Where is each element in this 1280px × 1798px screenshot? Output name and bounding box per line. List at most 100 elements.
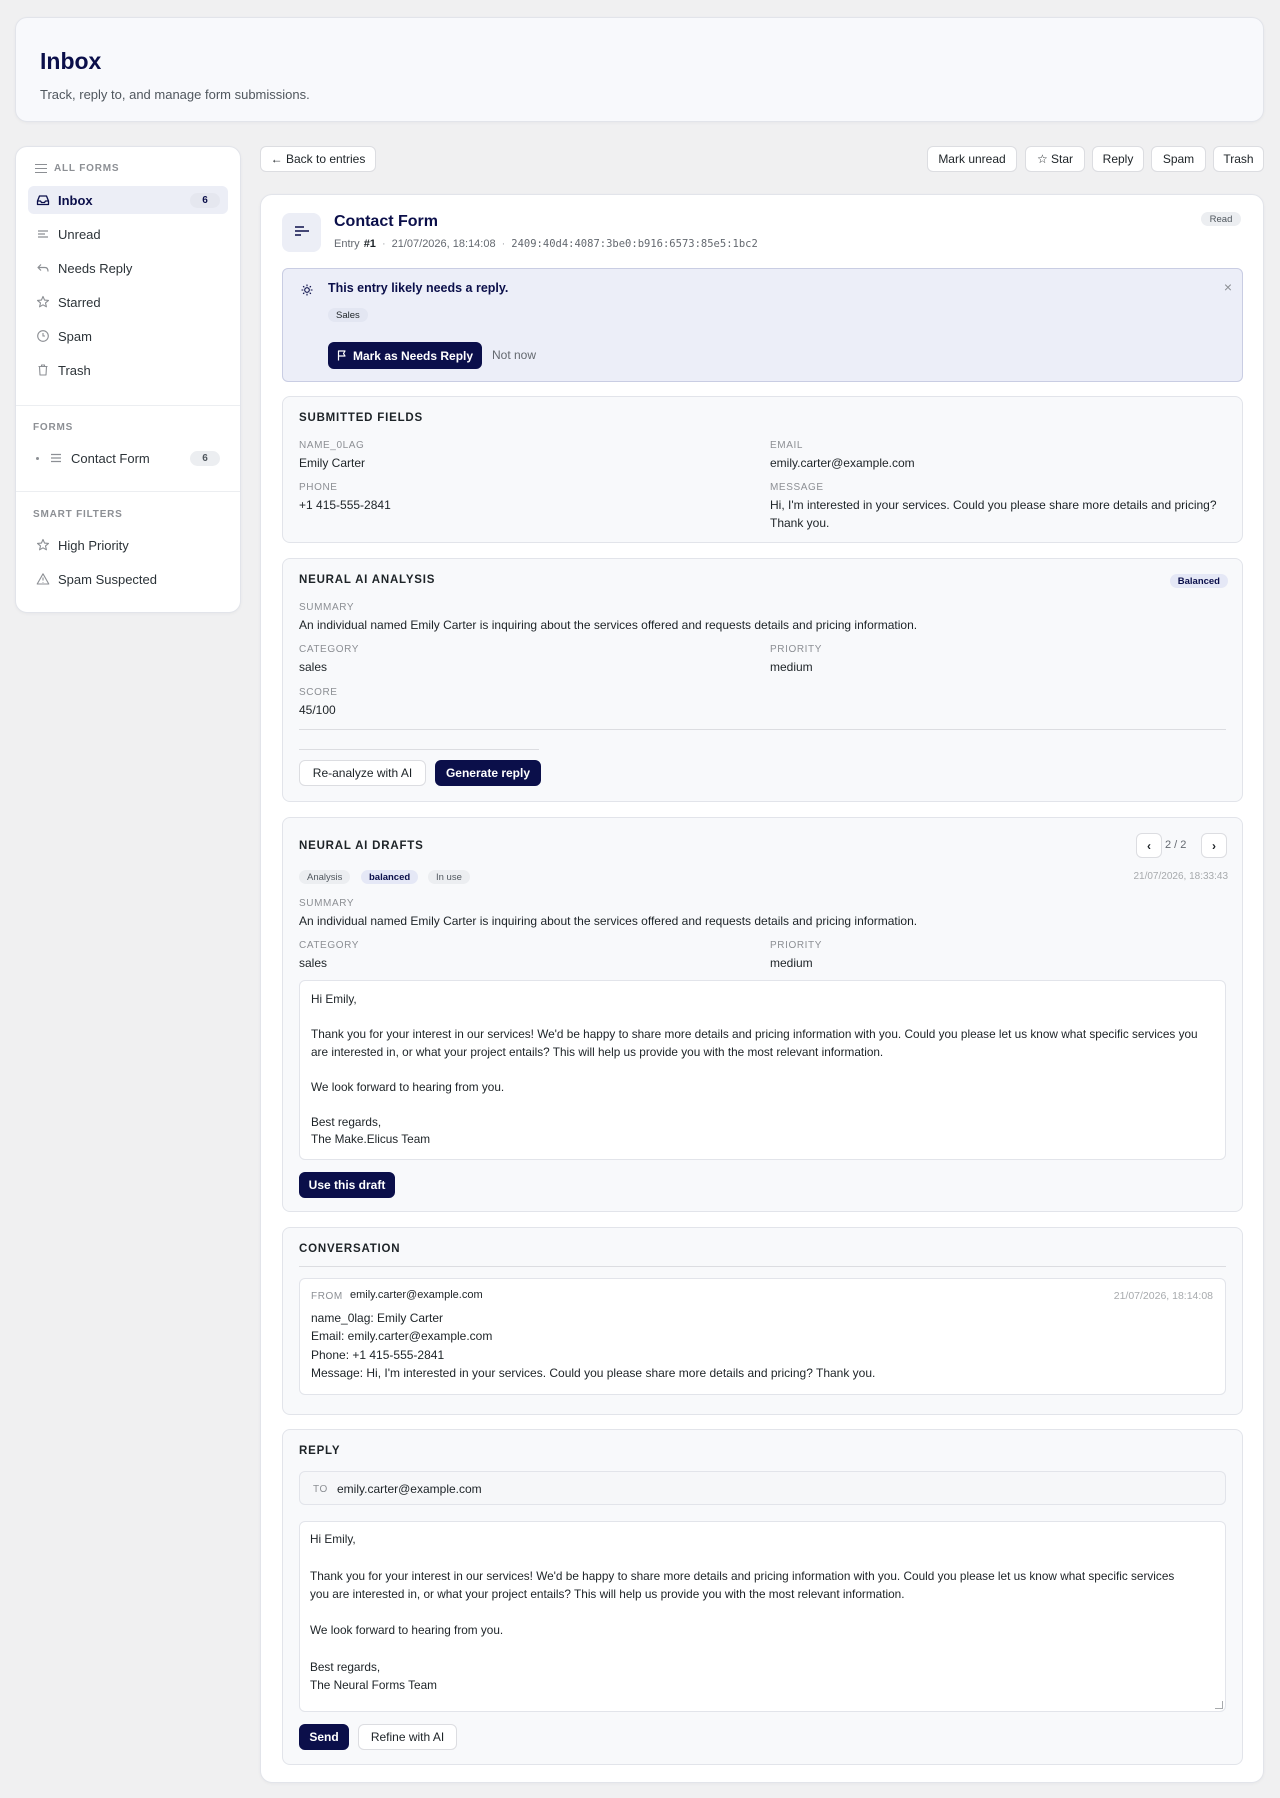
reply-body: Hi Emily, Thank you for your interest in… xyxy=(310,1532,1175,1693)
summary-value: An individual named Emily Carter is inqu… xyxy=(299,914,918,928)
close-icon[interactable]: × xyxy=(1224,279,1232,295)
flag-icon xyxy=(337,350,347,361)
meta-separator: · xyxy=(501,238,506,250)
submitted-fields-panel: SUBMITTED FIELDS NAME_0LAG Emily Carter … xyxy=(282,396,1243,543)
panel-title: NEURAL AI ANALYSIS xyxy=(299,574,436,586)
conversation-panel: CONVERSATION FROM emily.carter@example.c… xyxy=(282,1227,1243,1415)
draft-chip-mode: balanced xyxy=(361,870,419,884)
draft-body: Hi Emily, Thank you for your interest in… xyxy=(311,992,1198,1146)
refine-with-ai-button[interactable]: Refine with AI xyxy=(358,1724,457,1750)
sidebar-item-spam-suspected[interactable]: Spam Suspected xyxy=(28,565,228,593)
divider xyxy=(299,1266,1226,1267)
sidebar-item-contact-form[interactable]: Contact Form 6 xyxy=(28,444,228,472)
score-label: SCORE xyxy=(299,687,338,698)
priority-value: medium xyxy=(770,660,813,674)
name-label: NAME_0LAG xyxy=(299,440,365,451)
star-button[interactable]: ☆ Star xyxy=(1025,146,1085,172)
reply-button[interactable]: Reply xyxy=(1092,146,1144,172)
priority-label: PRIORITY xyxy=(770,644,823,655)
resize-handle[interactable] xyxy=(1215,1701,1223,1709)
priority-label: PRIORITY xyxy=(770,940,823,951)
meta-separator: · xyxy=(381,238,386,250)
spam-button[interactable]: Spam xyxy=(1151,146,1206,172)
to-label: TO xyxy=(313,1484,328,1495)
message-label: MESSAGE xyxy=(770,482,824,493)
message-body: name_0lag: Emily Carter Email: emily.car… xyxy=(311,1311,876,1380)
summary-label: SUMMARY xyxy=(299,898,355,909)
priority-value: medium xyxy=(770,956,813,970)
entry-detail-card: Contact Form Entry #1 · 21/07/2026, 18:1… xyxy=(260,194,1264,1783)
to-address: emily.carter@example.com xyxy=(337,1482,482,1496)
next-draft-button[interactable]: › xyxy=(1201,833,1227,858)
divider xyxy=(299,749,539,750)
sidebar-divider xyxy=(16,491,240,492)
reanalyze-button[interactable]: Re-analyze with AI xyxy=(299,760,426,786)
page-header: Inbox Track, reply to, and manage form s… xyxy=(15,17,1264,122)
menu-icon xyxy=(35,163,47,174)
mark-unread-button[interactable]: Mark unread xyxy=(927,146,1017,172)
sidebar-item-label: Inbox xyxy=(58,192,93,208)
sidebar-divider xyxy=(16,405,240,406)
sidebar-item-starred[interactable]: Starred xyxy=(28,288,228,316)
sidebar-item-unread[interactable]: Unread xyxy=(28,220,228,248)
reply-icon xyxy=(36,261,50,275)
sidebar-item-trash[interactable]: Trash xyxy=(28,356,228,384)
sidebar-item-inbox[interactable]: Inbox 6 xyxy=(28,186,228,214)
draft-pager: 2 / 2 xyxy=(1165,839,1187,851)
not-now-button[interactable]: Not now xyxy=(492,348,536,362)
sidebar-item-label: Trash xyxy=(58,362,91,378)
analysis-mode-badge: Balanced xyxy=(1169,574,1228,588)
entry-datetime: 21/07/2026, 18:14:08 xyxy=(391,238,496,250)
draft-chip-analysis: Analysis xyxy=(299,870,351,884)
email-label: EMAIL xyxy=(770,440,804,451)
mark-needs-reply-button[interactable]: Mark as Needs Reply xyxy=(328,342,482,369)
email-value: emily.carter@example.com xyxy=(770,456,915,470)
panel-title: REPLY xyxy=(299,1445,341,1457)
entry-prefix: Entry xyxy=(334,238,360,250)
phone-label: PHONE xyxy=(299,482,338,493)
inbox-count-badge: 6 xyxy=(190,193,220,208)
form-avatar xyxy=(282,213,321,252)
category-value: sales xyxy=(299,956,328,970)
sidebar-item-label: High Priority xyxy=(58,537,129,553)
sidebar-item-needs-reply[interactable]: Needs Reply xyxy=(28,254,228,282)
reply-textarea[interactable]: Hi Emily, Thank you for your interest in… xyxy=(299,1521,1226,1712)
prev-draft-button[interactable]: ‹ xyxy=(1136,833,1162,858)
sidebar-item-label: Needs Reply xyxy=(58,260,133,276)
divider xyxy=(299,729,1226,730)
smart-filters-heading: SMART FILTERS xyxy=(33,509,123,520)
sidebar-item-label: Spam Suspected xyxy=(58,571,158,587)
trash-button[interactable]: Trash xyxy=(1213,146,1264,172)
send-button[interactable]: Send xyxy=(299,1724,349,1750)
page-subtitle: Track, reply to, and manage form submiss… xyxy=(40,87,310,102)
warning-icon xyxy=(36,572,50,586)
sidebar: ALL FORMS Inbox 6 Unread Needs Reply Sta… xyxy=(15,146,241,613)
use-draft-button[interactable]: Use this draft xyxy=(299,1172,395,1198)
sidebar-item-label: Spam xyxy=(58,328,92,344)
entry-meta: Entry #1 · 21/07/2026, 18:14:08 · 2409:4… xyxy=(334,238,758,250)
inbox-icon xyxy=(36,193,50,207)
mark-needs-reply-label: Mark as Needs Reply xyxy=(352,348,474,363)
message-card: FROM emily.carter@example.com 21/07/2026… xyxy=(299,1278,1226,1395)
sidebar-item-spam[interactable]: Spam xyxy=(28,322,228,350)
back-to-entries-button[interactable]: ← Back to entries xyxy=(260,146,376,172)
panel-title: CONVERSATION xyxy=(299,1243,401,1255)
trash-icon xyxy=(36,363,50,377)
summary-label: SUMMARY xyxy=(299,602,355,613)
summary-value: An individual named Emily Carter is inqu… xyxy=(299,618,918,632)
category-value: sales xyxy=(299,660,328,674)
star-icon xyxy=(36,295,50,309)
from-address: emily.carter@example.com xyxy=(350,1289,483,1301)
message-timestamp: 21/07/2026, 18:14:08 xyxy=(1113,1290,1213,1302)
message-value: Hi, I'm interested in your services. Cou… xyxy=(770,498,1217,530)
suggestion-title: This entry likely needs a reply. xyxy=(328,281,509,295)
generate-reply-button[interactable]: Generate reply xyxy=(435,760,541,786)
all-forms-label: ALL FORMS xyxy=(54,163,120,174)
sidebar-item-high-priority[interactable]: High Priority xyxy=(28,531,228,559)
reply-to-field[interactable]: TO emily.carter@example.com xyxy=(299,1471,1226,1505)
all-forms-heading: ALL FORMS xyxy=(35,163,119,174)
draft-body-box: Hi Emily, Thank you for your interest in… xyxy=(299,980,1226,1160)
ai-drafts-panel: NEURAL AI DRAFTS ‹ 2 / 2 › Analysis bala… xyxy=(282,817,1243,1212)
form-icon xyxy=(49,451,63,465)
from-label: FROM xyxy=(311,1291,343,1302)
